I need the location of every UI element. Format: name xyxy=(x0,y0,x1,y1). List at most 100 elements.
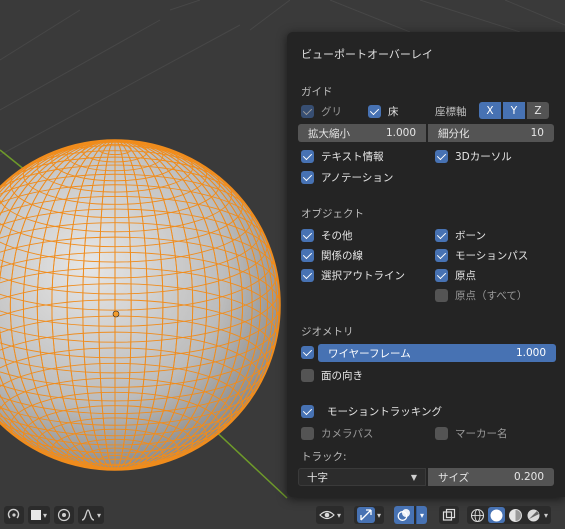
snap-element-dropdown[interactable]: ▾ xyxy=(28,506,51,524)
proportional-edit-icon xyxy=(57,508,71,522)
grid-subdivisions-label: 細分化 xyxy=(438,127,470,140)
panel-title: ビューポートオーバーレイ xyxy=(301,48,433,61)
3d-cursor-checkbox-row[interactable]: 3Dカーソル xyxy=(435,149,512,164)
visibility-dropdown[interactable]: ▾ xyxy=(316,506,345,524)
grid-scale-label: 拡大縮小 xyxy=(308,127,350,140)
grid-scale-field[interactable]: 拡大縮小 1.000 xyxy=(298,124,426,142)
track-size-label: サイズ xyxy=(438,471,470,484)
axes-label: 座標軸 xyxy=(435,106,467,118)
camera-path-label: カメラパス xyxy=(321,428,374,440)
overlays-dropdown[interactable]: ▾ xyxy=(416,506,428,524)
outline-selected-checkbox[interactable] xyxy=(301,269,314,282)
wireframe-checkbox-row[interactable] xyxy=(301,346,314,359)
proportional-edit-toggle[interactable] xyxy=(54,506,75,524)
motion-tracking-checkbox[interactable] xyxy=(301,405,314,418)
origins-checkbox[interactable] xyxy=(435,269,448,282)
motion-tracking-checkbox-row[interactable]: モーショントラッキング xyxy=(301,404,442,419)
chevron-down-icon: ▾ xyxy=(337,510,342,520)
wireframe-threshold-slider[interactable]: ワイヤーフレーム 1.000 xyxy=(318,344,556,362)
origin-point xyxy=(112,310,120,318)
text-info-label: テキスト情報 xyxy=(321,151,384,163)
overlays-toggle[interactable]: ▾ xyxy=(394,506,428,524)
track-size-field[interactable]: サイズ 0.200 xyxy=(428,468,554,486)
origins-all-label: 原点（すべて） xyxy=(455,290,528,302)
annotations-label: アノテーション xyxy=(321,172,394,184)
viewport-overlays-popover: ビューポートオーバーレイ ガイド グリ 床 座標軸 X Y Z 拡大縮小 1.0… xyxy=(287,32,565,497)
chevron-down-icon: ▾ xyxy=(43,510,48,520)
gizmo-icon xyxy=(360,509,372,521)
floor-label: 床 xyxy=(388,106,399,118)
bottom-right-toolbar: ▾ ▾ ▾ ▾ xyxy=(316,506,552,524)
guides-heading: ガイド xyxy=(301,86,333,98)
bones-checkbox-row[interactable]: ボーン xyxy=(435,228,486,243)
gizmo-active xyxy=(357,507,376,523)
relations-label: 関係の線 xyxy=(321,250,363,262)
help-button[interactable] xyxy=(4,506,24,524)
wireframe-value: 1.000 xyxy=(515,347,546,359)
extras-label: その他 xyxy=(321,230,353,242)
wireframe-label: ワイヤーフレーム xyxy=(328,347,411,360)
grid-subdivisions-value: 10 xyxy=(530,127,544,139)
floor-checkbox-row[interactable]: 床 xyxy=(368,104,399,119)
help-icon xyxy=(7,508,20,519)
extras-checkbox[interactable] xyxy=(301,229,314,242)
marker-names-label: マーカー名 xyxy=(455,428,508,440)
grid-scale-value: 1.000 xyxy=(385,127,416,139)
annotations-checkbox-row[interactable]: アノテーション xyxy=(301,170,393,185)
overlay-icon xyxy=(397,509,411,521)
motion-paths-checkbox-row[interactable]: モーションパス xyxy=(435,248,528,263)
wireframe-checkbox[interactable] xyxy=(301,346,314,359)
bones-checkbox[interactable] xyxy=(435,229,448,242)
origins-checkbox-row[interactable]: 原点 xyxy=(435,268,476,283)
relations-checkbox[interactable] xyxy=(301,249,314,262)
grid-checkbox-row[interactable]: グリ xyxy=(301,104,342,119)
chevron-down-icon: ▾ xyxy=(544,510,549,520)
motion-paths-label: モーションパス xyxy=(455,250,529,262)
falloff-icon xyxy=(81,509,95,521)
origins-all-checkbox[interactable] xyxy=(435,289,448,302)
track-display-dropdown[interactable]: 十字 ▼ xyxy=(298,468,426,486)
bones-label: ボーン xyxy=(455,230,486,242)
track-display-value: 十字 xyxy=(307,471,328,484)
xray-toggle[interactable] xyxy=(439,506,460,524)
face-orientation-checkbox[interactable] xyxy=(301,369,314,382)
wireframe-shading-icon[interactable] xyxy=(470,508,485,523)
chevron-down-icon: ▾ xyxy=(420,510,425,520)
square-icon xyxy=(31,510,41,520)
grid-checkbox[interactable] xyxy=(301,105,314,118)
text-info-checkbox[interactable] xyxy=(301,150,314,163)
overlays-active xyxy=(394,506,415,524)
relations-checkbox-row[interactable]: 関係の線 xyxy=(301,248,363,263)
annotations-checkbox[interactable] xyxy=(301,171,314,184)
camera-path-checkbox[interactable] xyxy=(301,427,314,440)
marker-names-checkbox-row[interactable]: マーカー名 xyxy=(435,426,508,441)
motion-tracking-label: モーショントラッキング xyxy=(327,406,442,418)
grid-label: グリ xyxy=(321,106,342,118)
geometry-heading: ジオメトリ xyxy=(301,326,354,338)
rendered-shading-icon[interactable] xyxy=(526,508,541,523)
extras-checkbox-row[interactable]: その他 xyxy=(301,228,353,243)
text-info-checkbox-row[interactable]: テキスト情報 xyxy=(301,149,384,164)
axis-x-toggle[interactable]: X xyxy=(479,102,501,119)
solid-shading-active[interactable] xyxy=(488,507,506,523)
camera-path-checkbox-row[interactable]: カメラパス xyxy=(301,426,373,441)
floor-checkbox[interactable] xyxy=(368,105,381,118)
3d-cursor-label: 3Dカーソル xyxy=(455,151,512,163)
eye-icon xyxy=(319,510,335,520)
chevron-down-icon: ▼ xyxy=(410,472,417,482)
falloff-dropdown[interactable]: ▾ xyxy=(78,506,105,524)
axis-z-toggle[interactable]: Z xyxy=(527,102,549,119)
chevron-down-icon: ▾ xyxy=(97,510,102,520)
origins-all-checkbox-row[interactable]: 原点（すべて） xyxy=(435,288,527,303)
xray-icon xyxy=(442,508,456,521)
grid-subdivisions-field[interactable]: 細分化 10 xyxy=(428,124,554,142)
material-shading-icon[interactable] xyxy=(508,508,523,523)
marker-names-checkbox[interactable] xyxy=(435,427,448,440)
gizmo-toggle[interactable]: ▾ xyxy=(354,506,385,524)
3d-cursor-checkbox[interactable] xyxy=(435,150,448,163)
axis-y-toggle[interactable]: Y xyxy=(503,102,525,119)
face-orientation-label: 面の向き xyxy=(321,370,363,382)
face-orientation-checkbox-row[interactable]: 面の向き xyxy=(301,368,363,383)
motion-paths-checkbox[interactable] xyxy=(435,249,448,262)
outline-selected-checkbox-row[interactable]: 選択アウトライン xyxy=(301,268,405,283)
